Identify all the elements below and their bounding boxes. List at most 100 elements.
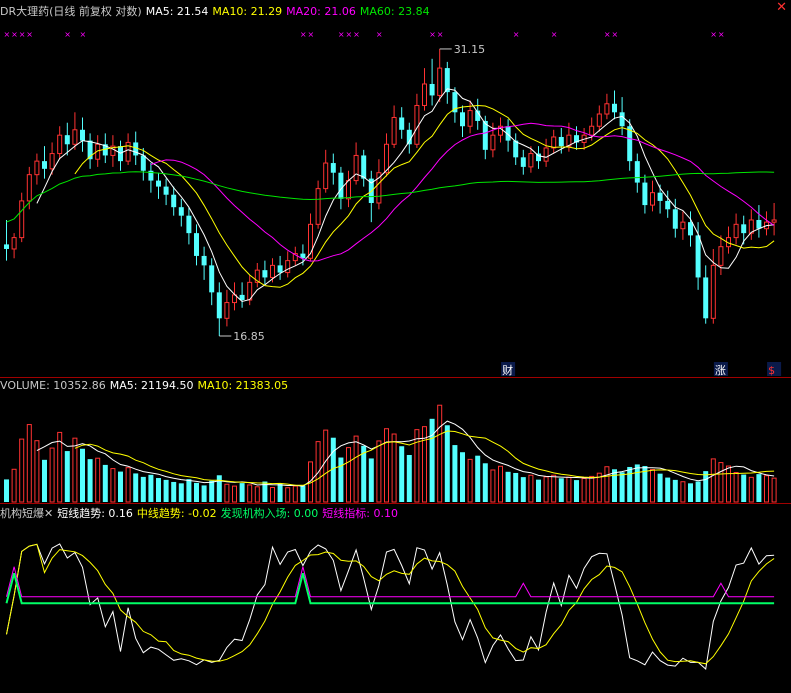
- candle-body: [34, 160, 40, 176]
- volume-bar: [216, 475, 222, 502]
- volume-bar: [148, 474, 154, 502]
- candle-body: [201, 255, 207, 266]
- candle: [399, 107, 405, 139]
- signal-x-mark: ×: [80, 30, 87, 39]
- candle-body: [4, 244, 9, 249]
- candle: [604, 93, 610, 120]
- candle-body: [672, 209, 678, 229]
- stock-title: DR大理药(日线 前复权 对数): [0, 5, 142, 18]
- signal-x-mark: ×: [11, 30, 18, 39]
- candle-body: [460, 112, 465, 127]
- volume-bar: [209, 480, 215, 502]
- candle: [513, 133, 519, 165]
- volume-bar: [346, 447, 351, 503]
- volume-bar: [19, 438, 25, 503]
- candle-body: [19, 200, 25, 239]
- candle: [19, 192, 25, 243]
- candle: [703, 265, 709, 324]
- inst-entry-line: [5, 573, 775, 605]
- volume-bar: [133, 473, 139, 502]
- volume-bar: [300, 485, 306, 502]
- volume-bar: [467, 458, 473, 503]
- candle: [551, 129, 557, 154]
- ma5-legend: MA5: 21.54: [145, 5, 209, 18]
- candle: [4, 219, 9, 261]
- candle: [726, 226, 731, 254]
- ma60-legend: MA60: 23.84: [359, 5, 430, 18]
- volume-bar: [391, 433, 397, 503]
- candle: [642, 174, 648, 214]
- volume-bar: [756, 474, 762, 502]
- volume-bar: [26, 424, 32, 503]
- volume-bar: [277, 484, 283, 502]
- candle-body: [270, 264, 275, 278]
- volume-bar: [718, 462, 724, 503]
- candle-body: [186, 215, 192, 234]
- volume-bar: [710, 458, 716, 503]
- volume-bar: [520, 477, 526, 502]
- candle: [437, 48, 443, 103]
- candle-body: [26, 174, 32, 202]
- volume-legend: VOLUME: 10352.86: [0, 379, 106, 392]
- indicator-header: 机构短爆✕ 短线趋势: 0.16 中线趋势: -0.02 发现机构入场: 0.00 短线…: [0, 505, 402, 520]
- candle-body: [520, 157, 526, 167]
- candle: [346, 170, 351, 208]
- volume-bar: [232, 485, 237, 503]
- close-icon[interactable]: ✕: [776, 0, 787, 15]
- signal-x-mark: ×: [710, 30, 717, 39]
- candle-body: [277, 265, 283, 273]
- candle-body: [140, 155, 146, 171]
- volume-bar: [703, 471, 709, 502]
- short-index-legend: 短线指标: 0.10: [322, 507, 398, 520]
- candle-body: [80, 129, 85, 141]
- volume-bar: [490, 469, 496, 503]
- volume-bar: [726, 465, 731, 503]
- candle: [634, 153, 640, 193]
- volume-bar: [95, 457, 101, 503]
- candlestick-series: [4, 48, 777, 336]
- candle: [612, 90, 617, 120]
- candle: [72, 112, 78, 150]
- ma10-legend: MA10: 21.29: [212, 5, 283, 18]
- volume-bar: [384, 428, 389, 503]
- candle: [520, 149, 526, 175]
- volume-bar: [444, 425, 450, 502]
- volume-bar: [574, 480, 579, 502]
- signal-x-mark: ×: [4, 30, 11, 39]
- volume-bar: [665, 477, 671, 502]
- candle: [467, 100, 473, 134]
- candle-body: [133, 142, 139, 156]
- candle-body: [323, 162, 329, 190]
- x-icon[interactable]: ✕: [44, 507, 53, 520]
- candle-body: [627, 126, 633, 162]
- candle: [543, 138, 549, 167]
- candle: [429, 58, 435, 106]
- volume-bar: [156, 478, 161, 502]
- volume-bar: [178, 483, 184, 502]
- volume-bar: [505, 471, 511, 502]
- candle-body: [710, 264, 716, 319]
- candle-body: [330, 163, 336, 173]
- candle: [277, 255, 283, 280]
- volume-bar: [11, 468, 17, 503]
- candle-body: [756, 219, 762, 229]
- candle-body: [642, 182, 648, 206]
- volume-bar: [239, 483, 245, 502]
- event-s: $: [767, 362, 782, 377]
- volume-bar: [57, 431, 63, 503]
- candle-body: [49, 153, 55, 170]
- candle: [710, 248, 716, 324]
- candle-body: [688, 222, 693, 236]
- candle-body: [650, 192, 655, 206]
- signal-x-mark: ×: [718, 30, 725, 39]
- candle-body: [558, 136, 564, 147]
- candle: [224, 289, 230, 327]
- candle: [102, 133, 108, 164]
- volume-bar: [543, 476, 549, 503]
- volume-bar: [353, 435, 359, 503]
- vol-ma5-legend: MA5: 21194.50: [109, 379, 194, 392]
- volume-bar: [650, 469, 655, 503]
- short-index-line: [6, 566, 775, 598]
- volume-bar: [619, 472, 625, 502]
- signal-x-mark: ×: [376, 30, 383, 39]
